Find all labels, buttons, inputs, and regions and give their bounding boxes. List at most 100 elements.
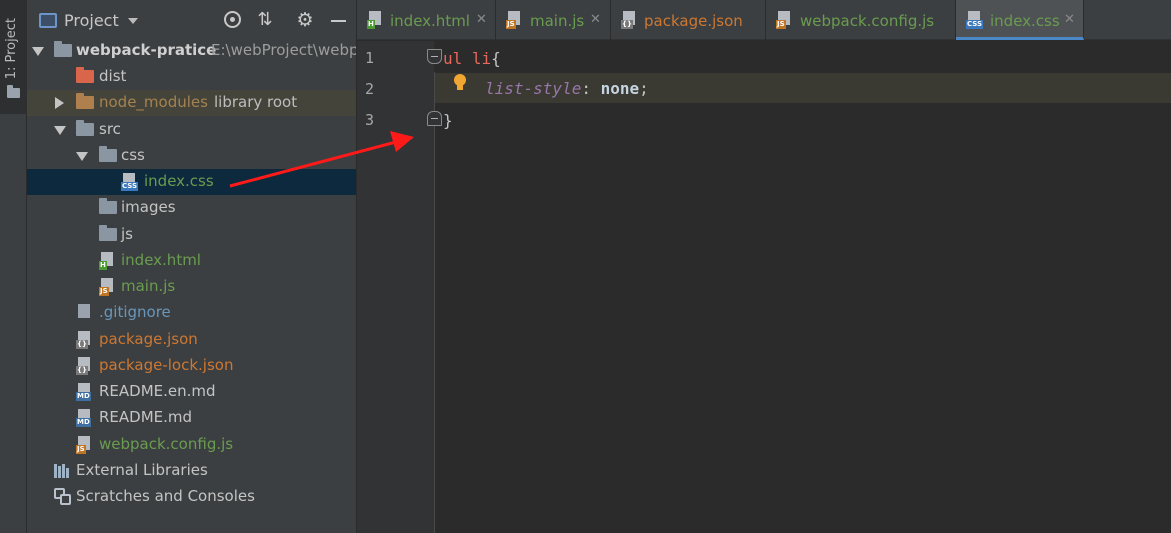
tree-item-label: dist	[99, 67, 127, 85]
line-number: 3	[365, 111, 375, 129]
tree-item-main-js[interactable]: JS main.js	[27, 274, 356, 300]
tree-item-package-json[interactable]: {} package.json	[27, 327, 356, 353]
semicolon: ;	[639, 79, 649, 98]
project-panel-header: Project ⇅ ⚙	[27, 0, 356, 38]
close-icon[interactable]: ✕	[476, 12, 487, 27]
folder-icon	[7, 85, 20, 98]
tree-item-label: README.en.md	[99, 382, 216, 400]
folder-icon	[99, 198, 117, 214]
tree-item-root[interactable]: webpack-pratice E:\webProject\webp	[27, 38, 357, 64]
tab-index-css[interactable]: CSS index.css ✕	[956, 0, 1084, 40]
folder-icon	[99, 146, 117, 162]
json-file-icon: {}	[621, 11, 637, 29]
tree-item-label: .gitignore	[99, 303, 171, 321]
line-number: 1	[365, 49, 375, 67]
tree-item-images[interactable]: images	[27, 195, 356, 221]
tab-main-js[interactable]: JS main.js ✕	[496, 0, 611, 40]
library-root-note: library root	[214, 93, 298, 111]
tree-item-label: README.md	[99, 408, 193, 426]
tree-item-gitignore[interactable]: .gitignore	[27, 300, 356, 326]
tree-item-readme[interactable]: MD README.md	[27, 405, 356, 431]
tree-item-label: package.json	[99, 330, 198, 348]
project-tool-tab[interactable]: 1: Project	[0, 0, 27, 114]
markdown-file-icon: MD	[76, 383, 92, 401]
tree-item-src[interactable]: src	[27, 117, 356, 143]
tree-item-label: css	[121, 146, 145, 164]
css-file-icon: CSS	[966, 11, 984, 29]
fold-collapse-icon[interactable]	[427, 49, 442, 64]
tree-item-js-folder[interactable]: js	[27, 222, 356, 248]
css-selector: ul li	[443, 49, 492, 68]
code-editor[interactable]: 1 2 3 ul li{ list-style: none; }	[357, 41, 1171, 533]
line-number: 2	[365, 80, 375, 98]
tree-item-scratches[interactable]: Scratches and Consoles	[27, 484, 356, 510]
editor-gutter: 1 2 3	[357, 41, 434, 533]
tab-label: webpack.config.js	[800, 12, 935, 30]
tab-label: index.html	[390, 12, 470, 30]
tree-item-label: js	[121, 225, 133, 243]
html-file-icon: H	[99, 252, 115, 270]
scratches-icon	[54, 488, 72, 506]
tab-package-json[interactable]: {} package.json	[611, 0, 766, 40]
folder-icon	[76, 120, 94, 136]
collapse-all-icon[interactable]: ⇅	[255, 10, 275, 30]
tree-item-node-modules[interactable]: node_modules library root	[27, 90, 356, 116]
css-property: list-style	[485, 79, 582, 98]
locate-file-icon[interactable]	[223, 10, 243, 30]
tab-label: index.css	[990, 12, 1060, 30]
code-line-2: list-style: none;	[485, 79, 649, 98]
tree-item-external-libraries[interactable]: External Libraries	[27, 458, 356, 484]
external-libraries-icon	[54, 464, 72, 478]
tree-item-index-html[interactable]: H index.html	[27, 248, 356, 274]
tree-item-label: webpack.config.js	[99, 435, 234, 453]
tree-item-index-css[interactable]: CSS index.css	[27, 169, 356, 195]
excluded-folder-icon	[76, 67, 94, 83]
close-brace: }	[443, 111, 453, 130]
chevron-down-icon[interactable]	[76, 152, 88, 161]
close-icon[interactable]: ✕	[1064, 12, 1075, 27]
library-folder-icon	[76, 93, 94, 109]
colon: :	[581, 79, 591, 98]
code-line-3: }	[443, 111, 453, 130]
js-file-icon: JS	[776, 11, 792, 29]
js-file-icon: JS	[76, 436, 92, 454]
fold-guide	[434, 72, 435, 533]
tree-item-label: main.js	[121, 277, 176, 295]
text-file-icon	[76, 304, 92, 322]
lightbulb-icon[interactable]	[453, 73, 467, 95]
tab-index-html[interactable]: H index.html ✕	[357, 0, 496, 40]
open-brace: {	[491, 49, 501, 68]
tree-item-package-lock[interactable]: {} package-lock.json	[27, 353, 356, 379]
css-value: none	[600, 79, 640, 98]
code-line-1: ul li{	[443, 49, 501, 68]
chevron-down-icon[interactable]	[128, 18, 138, 24]
project-tool-tab-label: 1: Project	[4, 18, 19, 80]
tree-item-dist[interactable]: dist	[27, 64, 356, 90]
tree-item-label: images	[121, 198, 176, 216]
tab-label: package.json	[644, 12, 743, 30]
editor-tab-bar: H index.html ✕ JS main.js ✕ {} package.j…	[357, 0, 1171, 40]
tab-label: main.js	[530, 12, 585, 30]
tree-item-path: E:\webProject\webp	[211, 41, 357, 59]
tree-item-webpack-config[interactable]: JS webpack.config.js	[27, 432, 356, 458]
project-view-selector[interactable]: Project	[64, 11, 119, 30]
chevron-down-icon[interactable]	[54, 126, 66, 135]
tree-item-label: index.css	[144, 172, 214, 190]
tab-webpack-config[interactable]: JS webpack.config.js	[766, 0, 956, 40]
chevron-down-icon[interactable]	[32, 47, 44, 56]
tree-item-label: External Libraries	[76, 461, 208, 479]
gear-icon[interactable]: ⚙	[295, 10, 315, 30]
close-icon[interactable]: ✕	[590, 12, 601, 27]
markdown-file-icon: MD	[76, 409, 92, 427]
tree-item-readme-en[interactable]: MD README.en.md	[27, 379, 356, 405]
tree-item-css-folder[interactable]: css	[27, 143, 356, 169]
css-file-icon: CSS	[121, 173, 139, 191]
json-file-icon: {}	[76, 357, 92, 375]
tree-item-label: index.html	[121, 251, 201, 269]
project-icon	[39, 13, 57, 28]
fold-collapse-icon[interactable]	[427, 111, 442, 126]
js-file-icon: JS	[99, 278, 115, 296]
hide-panel-icon[interactable]	[329, 10, 349, 30]
html-file-icon: H	[367, 11, 383, 29]
chevron-right-icon[interactable]	[55, 97, 64, 109]
